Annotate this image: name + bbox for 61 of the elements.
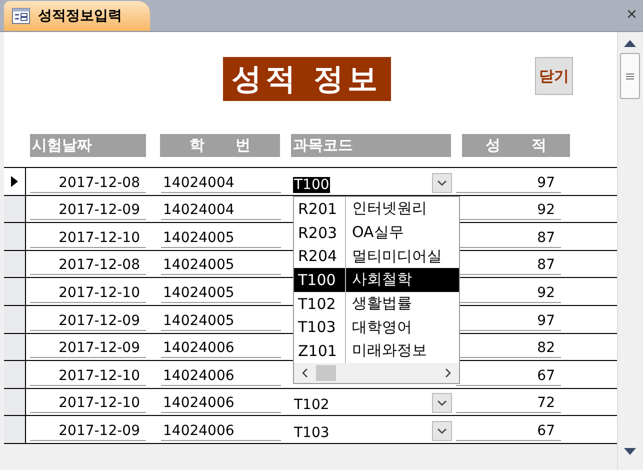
date-field[interactable]: 2017-12-08 [30, 250, 146, 276]
student-id-field[interactable]: 14024005 [161, 306, 281, 331]
column-heading: 성 적 [462, 134, 570, 157]
record-selector[interactable] [4, 361, 26, 388]
form-icon [12, 8, 30, 24]
student-id-field[interactable]: 14024004 [161, 196, 281, 220]
form-tab[interactable]: 성적정보입력 [4, 1, 150, 31]
scroll-up-icon[interactable] [624, 40, 636, 46]
scroll-left-icon[interactable] [300, 368, 310, 378]
date-field[interactable]: 2017-12-09 [30, 196, 146, 220]
scroll-thumb[interactable] [316, 364, 336, 381]
student-id-field[interactable]: 14024006 [161, 361, 281, 386]
score-field[interactable]: 72 [456, 388, 561, 414]
record-selector[interactable] [4, 223, 26, 250]
student-id-field[interactable]: 14024006 [161, 334, 281, 358]
form-title: 성적 정보 [222, 57, 390, 101]
current-record-icon [11, 176, 18, 187]
dropdown-option[interactable]: T100 사회철학 [294, 268, 459, 292]
chevron-down-icon[interactable] [437, 398, 447, 408]
record-selector[interactable] [4, 416, 26, 443]
score-field[interactable]: 67 [456, 416, 561, 441]
record-selector[interactable] [4, 196, 26, 222]
tab-title: 성적정보입력 [38, 7, 122, 25]
student-id-field[interactable]: 14024005 [161, 250, 281, 276]
date-field[interactable]: 2017-12-09 [30, 334, 146, 358]
student-id-field[interactable]: 14024006 [161, 388, 281, 414]
date-field[interactable]: 2017-12-10 [30, 223, 146, 248]
column-heading: 학 번 [160, 134, 280, 157]
date-field[interactable]: 2017-12-10 [30, 278, 146, 303]
record-selector[interactable] [4, 334, 26, 360]
date-field[interactable]: 2017-12-10 [30, 388, 146, 414]
date-field[interactable]: 2017-12-10 [30, 361, 146, 386]
date-field[interactable]: 2017-12-08 [30, 168, 146, 193]
record-selector[interactable] [4, 388, 26, 416]
dropdown-button[interactable] [432, 420, 452, 441]
student-id-field[interactable]: 14024005 [161, 278, 281, 303]
dropdown-button[interactable] [432, 172, 452, 193]
grip-icon[interactable] [626, 72, 634, 80]
close-form-button[interactable]: 닫기 [535, 57, 573, 95]
date-field[interactable]: 2017-12-09 [30, 416, 146, 441]
score-field[interactable]: 97 [456, 168, 561, 193]
subject-code-field[interactable]: T103 [293, 424, 330, 441]
horizontal-scrollbar[interactable] [294, 362, 459, 383]
date-field[interactable]: 2017-12-09 [30, 306, 146, 331]
chevron-down-icon[interactable] [437, 426, 447, 436]
record-selector[interactable] [4, 306, 26, 333]
student-id-field[interactable]: 14024004 [161, 168, 281, 193]
vertical-scrollbar[interactable] [617, 32, 641, 470]
record-selector[interactable] [4, 278, 26, 305]
scroll-right-icon[interactable] [443, 368, 453, 378]
chevron-down-icon[interactable] [437, 178, 447, 188]
column-heading: 시험날짜 [30, 134, 146, 157]
scroll-down-icon[interactable] [624, 448, 636, 454]
close-button[interactable]: × [626, 4, 637, 25]
student-id-field[interactable]: 14024006 [161, 416, 281, 441]
dropdown-button[interactable] [432, 393, 452, 414]
column-heading: 과목코드 [291, 134, 451, 157]
subject-code-field[interactable]: T102 [293, 397, 330, 414]
student-id-field[interactable]: 14024005 [161, 223, 281, 248]
subject-code-field[interactable]: T100 [293, 176, 330, 193]
record-selector[interactable] [4, 250, 26, 278]
